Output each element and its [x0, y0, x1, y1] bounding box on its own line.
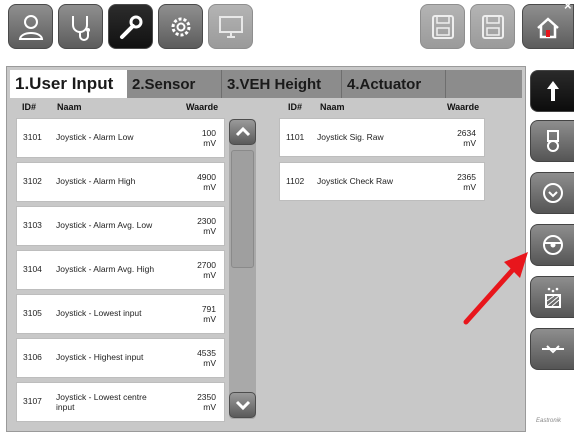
stethoscope-icon [71, 15, 90, 41]
save-button[interactable] [470, 4, 515, 49]
tab-bar-filler [446, 70, 522, 98]
scroll-down-button[interactable] [229, 392, 256, 418]
row-value: 4535 mV [197, 348, 216, 368]
user-icon [18, 14, 43, 40]
gauge-icon [542, 183, 563, 203]
row-id: 3106 [23, 352, 42, 362]
height-icon [541, 345, 564, 354]
list-item[interactable]: 3102 Joystick - Alarm High 4900 mV [16, 162, 225, 202]
settings-button[interactable] [158, 4, 203, 49]
chevron-down-icon [235, 400, 250, 411]
row-id: 1101 [286, 132, 305, 142]
arrow-up-icon [546, 81, 559, 101]
list-item[interactable]: 1102 Joystick Check Raw 2365 mV [279, 162, 485, 201]
row-name: Joystick Sig. Raw [317, 132, 384, 142]
level-icon [544, 287, 561, 308]
row-value: 2300 mV [197, 216, 216, 236]
row-id: 3107 [23, 396, 42, 406]
list-item[interactable]: 1101 Joystick Sig. Raw 2634 mV [279, 118, 485, 157]
footer-logo: Eastronik [536, 418, 562, 424]
list-item[interactable]: 3107 Joystick - Lowest centre input 2350… [16, 382, 225, 422]
row-id: 3101 [23, 132, 42, 142]
sensor-icon [546, 130, 559, 152]
row-name: Joystick - Lowest input [56, 308, 142, 318]
column-name-header-right: Naam [320, 102, 345, 112]
row-value: 2700 mV [197, 260, 216, 280]
row-value: 4900 mV [197, 172, 216, 192]
row-name: Joystick - Highest input [56, 352, 144, 362]
home-icon [537, 16, 559, 38]
level-button[interactable] [530, 276, 574, 318]
tab-actuator[interactable]: 4.Actuator [342, 70, 446, 98]
row-name: Joystick - Alarm Low [56, 132, 134, 142]
save-all-button[interactable] [420, 4, 465, 49]
save-icon [481, 14, 504, 39]
monitor-button[interactable] [208, 4, 253, 49]
row-id: 3104 [23, 264, 42, 274]
chevron-up-icon [235, 126, 250, 137]
column-value-header: Waarde [186, 102, 219, 112]
user-button[interactable] [8, 4, 53, 49]
diagnostics-button[interactable] [58, 4, 103, 49]
row-name: Joystick - Alarm Avg. High [56, 264, 155, 274]
steering-button[interactable] [530, 224, 574, 266]
annotation-arrow-icon [463, 252, 528, 325]
list-item[interactable]: 3106 Joystick - Highest input 4535 mV [16, 338, 225, 378]
row-name: Joystick Check Raw [317, 176, 394, 186]
up-button[interactable] [530, 70, 574, 112]
column-name-header: Naam [57, 102, 82, 112]
steering-wheel-icon [542, 235, 563, 255]
tab-veh-height[interactable]: 3.VEH Height [222, 70, 342, 98]
row-id: 3102 [23, 176, 42, 186]
row-value: 2634 mV [457, 128, 476, 148]
scrollbar-thumb[interactable] [231, 150, 254, 268]
tab-sensor[interactable]: 2.Sensor [127, 70, 222, 98]
row-value: 2365 mV [457, 172, 476, 192]
close-icon[interactable]: × [564, 0, 572, 13]
list-item[interactable]: 3105 Joystick - Lowest input 791 mV [16, 294, 225, 334]
row-id: 3105 [23, 308, 42, 318]
row-name: Joystick - Lowest centre input [56, 392, 147, 412]
wrench-icon [119, 15, 142, 39]
column-id-header: ID# [22, 102, 37, 112]
gear-icon [171, 17, 190, 36]
gauge-button[interactable] [530, 172, 574, 214]
scroll-up-button[interactable] [229, 119, 256, 145]
column-value-header-right: Waarde [447, 102, 480, 112]
list-item[interactable]: 3101 Joystick - Alarm Low 100 mV [16, 118, 225, 158]
row-value: 791 mV [201, 304, 216, 324]
save-all-icon [431, 14, 454, 39]
row-value: 100 mV [201, 128, 216, 148]
list-item[interactable]: 3103 Joystick - Alarm Avg. Low 2300 mV [16, 206, 225, 246]
monitor-icon [218, 15, 243, 38]
column-id-header-right: ID# [288, 102, 303, 112]
row-id: 1102 [286, 176, 305, 186]
list-item[interactable]: 3104 Joystick - Alarm Avg. High 2700 mV [16, 250, 225, 290]
tab-user-input[interactable]: 1.User Input [10, 70, 127, 98]
height-button[interactable] [530, 328, 574, 370]
row-name: Joystick - Alarm Avg. Low [56, 220, 153, 230]
tools-button[interactable] [108, 4, 153, 49]
row-id: 3103 [23, 220, 42, 230]
row-name: Joystick - Alarm High [56, 176, 136, 186]
sensor-button[interactable] [530, 120, 574, 162]
row-value: 2350 mV [197, 392, 216, 412]
